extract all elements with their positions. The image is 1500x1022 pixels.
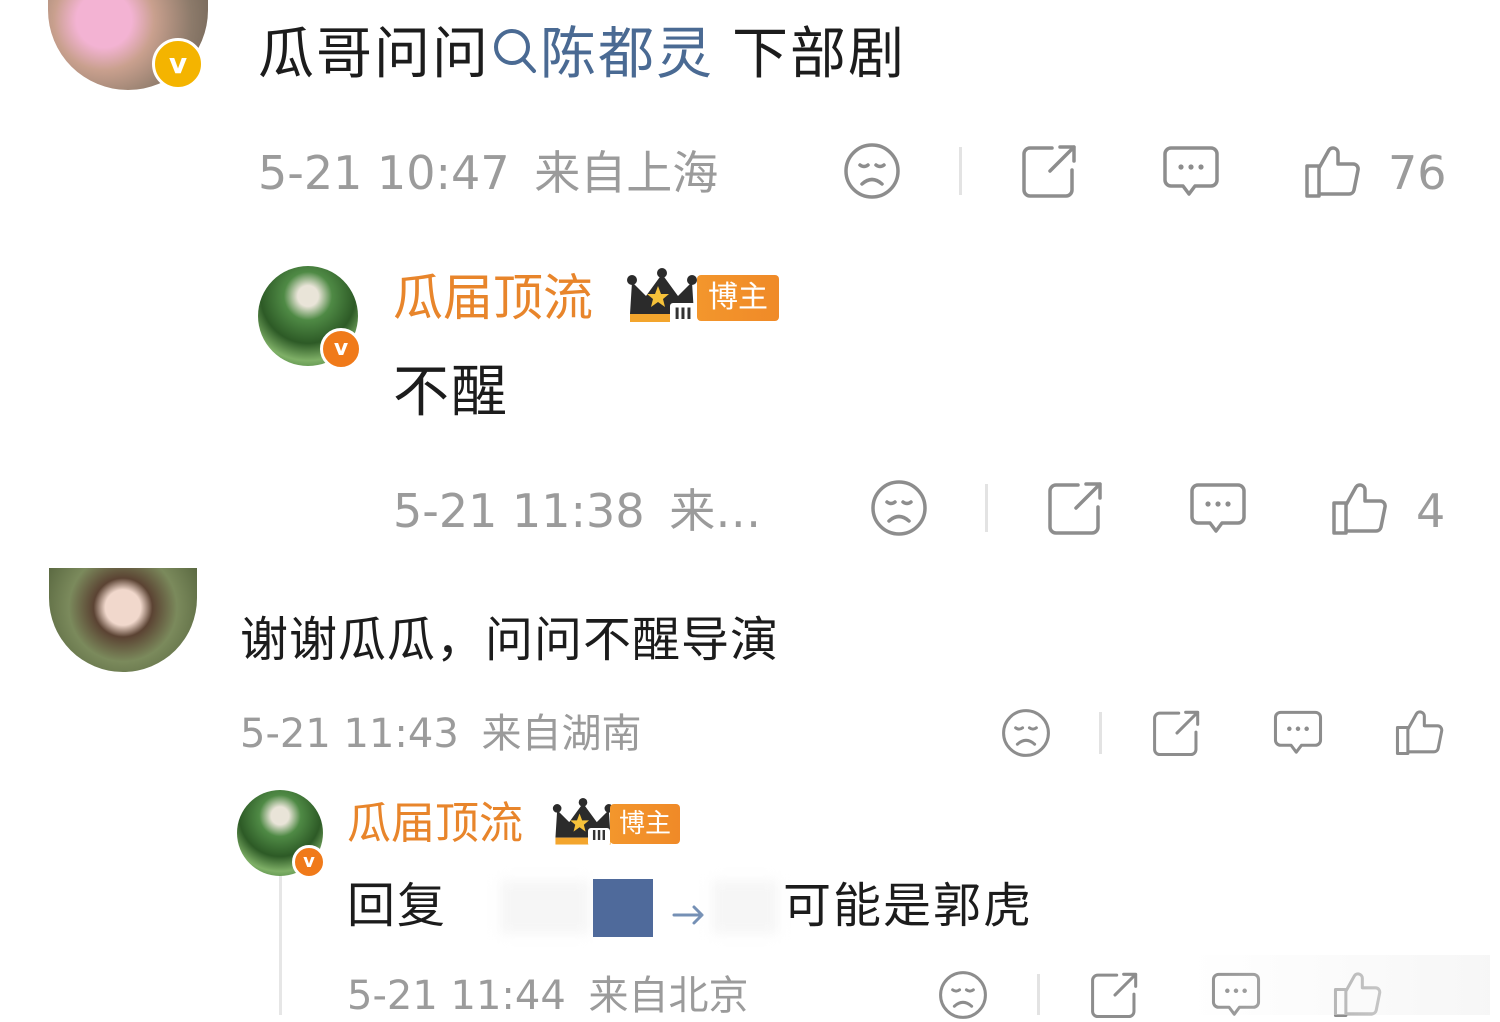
timestamp: 5-21 11:38 <box>393 484 645 538</box>
mention-link[interactable]: 陈都灵 <box>490 22 714 87</box>
mention-text: 陈都灵 <box>540 22 714 87</box>
redacted-block <box>593 879 653 937</box>
comment-meta: 5-21 11:43 来自湖南 <box>240 710 642 758</box>
comment-icon[interactable] <box>1161 143 1221 203</box>
timestamp: 5-21 10:47 <box>258 146 510 200</box>
comment-text-suffix: 下部剧 <box>732 22 906 87</box>
arrow-icon <box>672 900 708 930</box>
location: 来自湖南 <box>481 711 642 757</box>
location[interactable]: 来… <box>669 484 761 538</box>
verified-v-icon: v <box>292 845 326 879</box>
author-name[interactable]: 瓜届顶流 <box>393 268 593 328</box>
share-icon[interactable] <box>1046 479 1106 537</box>
avatar[interactable] <box>49 568 197 672</box>
blogger-badge: 博主 <box>610 804 680 844</box>
sad-face-icon[interactable] <box>1001 708 1051 758</box>
redacted-blur <box>712 880 778 934</box>
thumbs-up-icon[interactable] <box>1394 705 1446 757</box>
comment-icon[interactable] <box>1272 708 1324 760</box>
share-icon[interactable] <box>1020 142 1080 200</box>
location: 来自北京 <box>588 973 749 1019</box>
divider <box>959 147 962 195</box>
comment-text: 不醒 <box>393 360 509 425</box>
like-count: 4 <box>1416 484 1446 538</box>
thumbs-up-icon[interactable] <box>1303 140 1363 200</box>
location: 来自上海 <box>534 146 719 200</box>
comment-meta: 5-21 11:38 来… <box>393 483 761 539</box>
crown-level: III <box>588 828 610 846</box>
like-count: 76 <box>1388 146 1447 200</box>
moon-icon <box>458 888 492 928</box>
blogger-badge: 博主 <box>697 275 779 321</box>
verified-v-icon: v <box>320 328 362 370</box>
thumbs-up-icon[interactable] <box>1330 477 1390 537</box>
redacted-blur <box>500 880 590 934</box>
sad-face-icon[interactable] <box>938 970 988 1020</box>
divider <box>1099 712 1102 754</box>
verified-v-icon: v <box>152 38 204 90</box>
search-icon <box>490 23 540 79</box>
thread-line <box>279 870 282 1015</box>
comment-text: 谢谢瓜瓜，问问不醒导演 <box>240 612 780 668</box>
timestamp: 5-21 11:43 <box>240 711 459 757</box>
comment-meta: 5-21 10:47 来自上海 <box>258 145 718 201</box>
divider <box>985 484 988 532</box>
comment-text-prefix: 瓜哥问问 <box>258 22 490 87</box>
reply-label: 回复 <box>347 878 448 934</box>
comment-meta: 5-21 11:44 来自北京 <box>347 972 749 1020</box>
crown-level: III <box>670 303 696 325</box>
comment-icon[interactable] <box>1188 480 1248 540</box>
reply-text: 可能是郭虎 <box>783 878 1034 934</box>
sad-face-icon[interactable] <box>843 142 901 200</box>
comment-text: 瓜哥问问 陈都灵 下部剧 <box>258 20 906 90</box>
author-name[interactable]: 瓜届顶流 <box>347 797 523 851</box>
timestamp: 5-21 11:44 <box>347 973 566 1019</box>
watermark <box>1190 955 1490 1015</box>
share-icon[interactable] <box>1089 970 1141 1020</box>
sad-face-icon[interactable] <box>870 479 928 537</box>
share-icon[interactable] <box>1151 708 1203 758</box>
divider <box>1037 974 1040 1015</box>
